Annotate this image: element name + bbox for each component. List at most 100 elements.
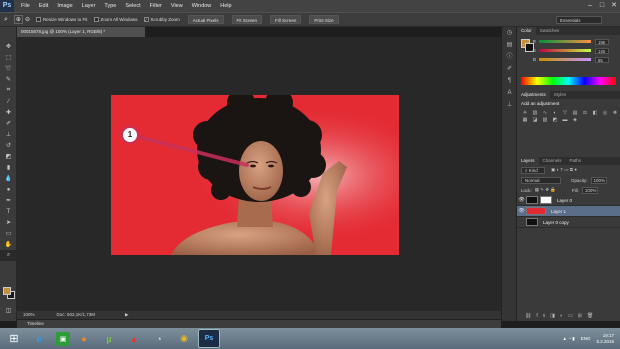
zoom-out-icon[interactable]: ⊖ [25, 16, 30, 23]
chrome-icon[interactable]: ◉ [173, 329, 195, 348]
delete-layer-icon[interactable]: 🗑 [587, 313, 598, 319]
menu-edit[interactable]: Edit [36, 0, 54, 12]
tab-swatches[interactable]: Swatches [536, 27, 564, 35]
eye-icon[interactable]: 👁 [517, 197, 526, 203]
eyedropper-tool-icon[interactable]: ⁄ [0, 96, 17, 107]
posterize-icon[interactable]: ▧ [541, 117, 549, 123]
threshold-icon[interactable]: ◩ [551, 117, 559, 123]
foreground-color-swatch[interactable] [3, 287, 11, 295]
zoom-tool-icon[interactable]: ⌕ [4, 16, 8, 24]
menu-select[interactable]: Select [122, 0, 146, 12]
windows-start-icon[interactable]: ⊞ [3, 329, 25, 348]
menu-help[interactable]: Help [217, 0, 237, 12]
filter-kind-select[interactable]: ⌕ Kind [521, 166, 545, 174]
fit-screen-button[interactable]: Fit Screen [231, 15, 263, 24]
fill-screen-button[interactable]: Fill Screen [270, 15, 302, 24]
color-ramp[interactable] [521, 77, 616, 85]
photo-canvas[interactable]: 1 [111, 95, 399, 255]
firefox-icon[interactable]: ● [73, 329, 95, 348]
language-indicator[interactable]: ENG [581, 336, 591, 341]
add-mask-icon[interactable]: ◨ [550, 313, 560, 319]
tab-channels[interactable]: Channels [539, 157, 566, 165]
new-group-icon[interactable]: ▭ [568, 313, 578, 319]
clone-stamp-tool-icon[interactable]: ⊥ [0, 129, 17, 140]
resize-windows-checkbox[interactable]: Resize Windows to Fit [35, 17, 88, 22]
utorrent-icon[interactable]: µ [98, 329, 120, 348]
opacity-input[interactable]: 100% [590, 176, 607, 184]
levels-icon[interactable]: ▥ [531, 110, 539, 116]
move-tool-icon[interactable]: ✥ [0, 41, 17, 52]
brush-panel-icon[interactable]: ✐ [502, 63, 517, 75]
pen-tool-icon[interactable]: ✒ [0, 195, 17, 206]
menu-image[interactable]: Image [54, 0, 78, 12]
red-slider[interactable]: R 196 [517, 37, 620, 46]
menu-file[interactable]: File [18, 0, 36, 12]
exposure-icon[interactable]: ◐ [551, 110, 559, 116]
eraser-tool-icon[interactable]: ◩ [0, 151, 17, 162]
history-panel-icon[interactable]: ◷ [502, 27, 517, 39]
gradient-tool-icon[interactable]: ▮ [0, 162, 17, 173]
gradient-map-icon[interactable]: ▬ [561, 117, 569, 123]
blur-tool-icon[interactable]: 💧 [0, 173, 17, 184]
filter-icons[interactable]: ▣ ◐ T ▭ ⧉ ● [551, 167, 577, 173]
layer-row[interactable]: Layer 0 copy [517, 217, 620, 228]
layer-row[interactable]: 👁 Layer 0 [517, 195, 620, 206]
photoshop-taskbar-icon[interactable]: Ps [198, 329, 220, 348]
tray-icons[interactable]: ▲ ◔ ▮ [563, 336, 575, 342]
info-panel-icon[interactable]: ⓘ [502, 51, 517, 63]
menu-window[interactable]: Window [189, 0, 218, 12]
properties-panel-icon[interactable]: ▤ [502, 39, 517, 51]
healing-brush-tool-icon[interactable]: ✚ [0, 107, 17, 118]
channel-mixer-icon[interactable]: ❖ [611, 110, 619, 116]
layer-style-icon[interactable]: fx [536, 313, 550, 319]
close-button[interactable]: ✕ [608, 0, 620, 12]
zoom-tool-icon[interactable]: ⌕ [0, 250, 17, 261]
dodge-tool-icon[interactable]: ● [0, 184, 17, 195]
paragraph-panel-icon[interactable]: ¶ [502, 75, 517, 87]
new-layer-icon[interactable]: ⊞ [578, 313, 587, 319]
tab-layers[interactable]: Layers [517, 157, 539, 165]
color-lookup-icon[interactable]: ▦ [521, 117, 529, 123]
green-gradient-bar[interactable] [539, 49, 591, 52]
new-fill-layer-icon[interactable]: ◐ [560, 313, 568, 319]
hand-tool-icon[interactable]: ✋ [0, 239, 17, 250]
quick-mask-icon[interactable]: ◫ [0, 305, 17, 316]
path-select-tool-icon[interactable]: ➤ [0, 217, 17, 228]
tab-color[interactable]: Color [517, 27, 536, 35]
type-tool-icon[interactable]: T [0, 206, 17, 217]
menu-layer[interactable]: Layer [79, 0, 102, 12]
app-icon-6[interactable]: ▲ [123, 329, 145, 348]
print-size-button[interactable]: Print Size [309, 15, 339, 24]
zoom-level[interactable]: 100% [23, 311, 35, 319]
fill-input[interactable]: 100% [581, 186, 598, 194]
green-slider[interactable]: G 145 [517, 46, 620, 55]
history-brush-tool-icon[interactable]: ↺ [0, 140, 17, 151]
menu-view[interactable]: View [168, 0, 189, 12]
blue-gradient-bar[interactable] [539, 58, 591, 61]
blue-slider[interactable]: B 65 [517, 55, 620, 64]
link-layers-icon[interactable]: ⛓ [525, 313, 536, 319]
lock-icons[interactable]: ▦ ✎ ✥ 🔒 [535, 187, 556, 193]
scrubby-zoom-checkbox[interactable]: ✓ Scrubby Zoom [143, 17, 180, 22]
minimize-button[interactable]: – [584, 0, 596, 12]
app-icon-7[interactable]: ◔ [148, 329, 170, 348]
timeline-panel[interactable]: Timeline [17, 319, 501, 328]
blend-mode-select[interactable]: Normal [521, 176, 561, 184]
curves-icon[interactable]: ∿ [541, 110, 549, 116]
vibrance-icon[interactable]: ▽ [561, 110, 569, 116]
clock[interactable]: 19:17 5.2.2016 [596, 333, 614, 345]
quick-select-tool-icon[interactable]: ✎ [0, 74, 17, 85]
black-white-icon[interactable]: ◧ [591, 110, 599, 116]
character-panel-icon[interactable]: A [502, 87, 517, 99]
internet-explorer-icon[interactable]: e [28, 329, 50, 348]
menu-filter[interactable]: Filter [147, 0, 168, 12]
actual-pixels-button[interactable]: Actual Pixels [187, 15, 224, 24]
red-gradient-bar[interactable] [539, 40, 591, 43]
hue-saturation-icon[interactable]: ▤ [571, 110, 579, 116]
document-tab[interactable]: 00015678.jpg @ 100% (Layer 1, RGB/8) * [17, 27, 145, 37]
crop-tool-icon[interactable]: ⌗ [0, 85, 17, 96]
menu-type[interactable]: Type [101, 0, 122, 12]
tab-adjustments[interactable]: Adjustments [517, 91, 550, 99]
lasso-tool-icon[interactable]: ➰ [0, 63, 17, 74]
maximize-button[interactable]: □ [596, 0, 608, 12]
